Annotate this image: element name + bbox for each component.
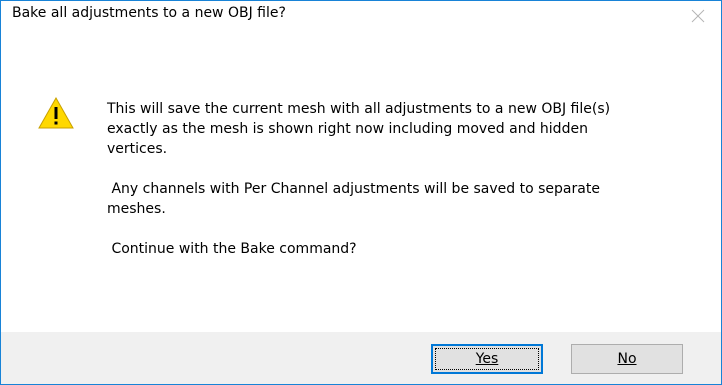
title-bar: Bake all adjustments to a new OBJ file?: [1, 1, 721, 31]
bake-dialog: Bake all adjustments to a new OBJ file? …: [0, 0, 722, 385]
dialog-message: This will save the current mesh with all…: [107, 101, 611, 257]
focus-ring: [435, 348, 539, 370]
warning-icon: [38, 97, 74, 129]
no-button[interactable]: No: [571, 344, 683, 374]
close-button[interactable]: [677, 1, 721, 31]
button-bar: Yes No: [1, 332, 721, 384]
close-icon: [691, 9, 705, 23]
no-button-label: No: [617, 351, 637, 367]
yes-button[interactable]: Yes: [431, 344, 543, 374]
dialog-title: Bake all adjustments to a new OBJ file?: [12, 5, 286, 21]
dialog-content: This will save the current mesh with all…: [1, 31, 721, 332]
